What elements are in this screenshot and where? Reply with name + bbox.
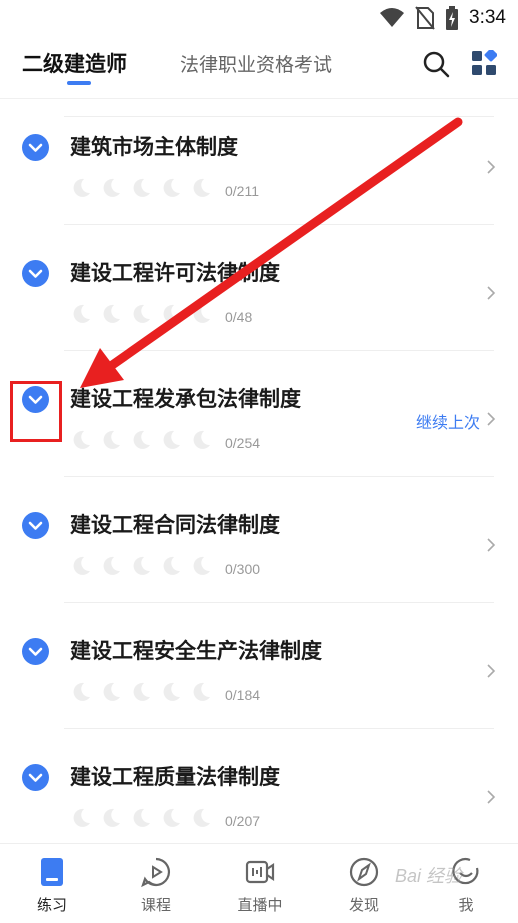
- chevron-down-icon: [28, 143, 43, 152]
- chevron-down-icon: [28, 773, 43, 782]
- nav-label: 发现: [348, 896, 379, 914]
- live-camera-icon: [245, 860, 275, 884]
- progress-moon-icon: [130, 303, 152, 329]
- progress-moon-icon: [70, 555, 92, 581]
- progress-moon-icon: [100, 177, 122, 203]
- expand-toggle[interactable]: [22, 260, 49, 287]
- progress-moon-icon: [70, 303, 92, 329]
- chevron-right-icon[interactable]: [486, 789, 496, 805]
- annotation-highlight-box: [10, 381, 62, 442]
- grid-apps-icon[interactable]: [471, 50, 497, 76]
- wifi-icon: [380, 8, 405, 27]
- progress-moon-icon: [130, 555, 152, 581]
- continue-last-link[interactable]: 继续上次: [416, 409, 480, 433]
- status-bar: 3:34: [0, 0, 518, 36]
- chapter-item[interactable]: 建设工程发承包法律制度 0/254 继续上次: [0, 351, 518, 477]
- question-progress: 0/207: [225, 813, 261, 829]
- chapter-item[interactable]: 建设工程许可法律制度 0/48: [0, 225, 518, 351]
- progress-rating: [70, 303, 212, 329]
- progress-moon-icon: [190, 807, 212, 833]
- no-sim-icon: [415, 6, 435, 30]
- progress-rating: [70, 681, 212, 707]
- nav-practice[interactable]: 练习: [0, 844, 104, 923]
- progress-moon-icon: [130, 177, 152, 203]
- question-progress: 0/48: [225, 309, 253, 325]
- watermark: Bai 经验: [395, 866, 463, 886]
- chevron-right-icon[interactable]: [486, 159, 496, 175]
- chapter-title: 建筑市场主体制度: [70, 135, 238, 159]
- chapter-title: 建设工程安全生产法律制度: [70, 639, 322, 663]
- chapter-title: 建设工程合同法律制度: [70, 513, 280, 537]
- progress-moon-icon: [160, 177, 182, 203]
- progress-moon-icon: [190, 303, 212, 329]
- expand-toggle[interactable]: [22, 764, 49, 791]
- progress-moon-icon: [190, 681, 212, 707]
- progress-moon-icon: [130, 807, 152, 833]
- progress-moon-icon: [70, 429, 92, 455]
- chapter-item[interactable]: 建设工程安全生产法律制度 0/184: [0, 603, 518, 729]
- status-icons: 3:34: [379, 6, 506, 30]
- nav-live[interactable]: 直播中: [208, 844, 312, 923]
- progress-moon-icon: [190, 429, 212, 455]
- question-progress: 0/211: [225, 183, 259, 199]
- progress-moon-icon: [160, 681, 182, 707]
- chevron-right-icon[interactable]: [486, 411, 496, 427]
- status-time: 3:34: [469, 7, 506, 28]
- progress-moon-icon: [70, 807, 92, 833]
- chevron-right-icon[interactable]: [486, 537, 496, 553]
- progress-moon-icon: [190, 555, 212, 581]
- progress-moon-icon: [130, 429, 152, 455]
- nav-label: 练习: [36, 896, 67, 914]
- progress-rating: [70, 807, 212, 833]
- progress-rating: [70, 429, 212, 455]
- question-progress: 0/254: [225, 435, 261, 451]
- nav-label: 我: [458, 896, 474, 914]
- battery-charging-icon: [446, 6, 459, 30]
- compass-icon: [349, 857, 379, 887]
- progress-moon-icon: [130, 681, 152, 707]
- expand-toggle[interactable]: [22, 134, 49, 161]
- chapter-title: 建设工程发承包法律制度: [70, 387, 301, 411]
- chevron-right-icon[interactable]: [486, 285, 496, 301]
- expand-toggle[interactable]: [22, 638, 49, 665]
- progress-rating: [70, 177, 212, 203]
- tab-exam-active[interactable]: 二级建造师: [22, 48, 127, 78]
- progress-moon-icon: [100, 807, 122, 833]
- chevron-down-icon: [28, 521, 43, 530]
- chapter-item[interactable]: 建筑市场主体制度 0/211: [0, 99, 518, 225]
- progress-rating: [70, 555, 212, 581]
- chapter-item[interactable]: 建设工程质量法律制度 0/207: [0, 729, 518, 855]
- header: 二级建造师 法律职业资格考试: [0, 36, 518, 99]
- play-bubble-icon: [141, 857, 171, 888]
- search-icon[interactable]: [422, 50, 450, 78]
- progress-moon-icon: [100, 429, 122, 455]
- nav-label: 直播中: [237, 896, 283, 914]
- book-icon: [41, 858, 63, 886]
- progress-moon-icon: [160, 555, 182, 581]
- active-tab-indicator: [67, 81, 91, 85]
- question-progress: 0/184: [225, 687, 261, 703]
- progress-moon-icon: [100, 303, 122, 329]
- chevron-down-icon: [28, 647, 43, 656]
- tab-exam-other[interactable]: 法律职业资格考试: [180, 50, 332, 77]
- chevron-right-icon[interactable]: [486, 663, 496, 679]
- nav-courses[interactable]: 课程: [104, 844, 208, 923]
- nav-label: 课程: [140, 896, 171, 914]
- progress-moon-icon: [190, 177, 212, 203]
- question-progress: 0/300: [225, 561, 261, 577]
- progress-moon-icon: [70, 177, 92, 203]
- progress-moon-icon: [160, 429, 182, 455]
- chevron-down-icon: [28, 269, 43, 278]
- chapter-title: 建设工程质量法律制度: [70, 765, 280, 789]
- chapter-title: 建设工程许可法律制度: [70, 261, 280, 285]
- expand-toggle[interactable]: [22, 512, 49, 539]
- progress-moon-icon: [160, 303, 182, 329]
- progress-moon-icon: [70, 681, 92, 707]
- progress-moon-icon: [100, 681, 122, 707]
- progress-moon-icon: [160, 807, 182, 833]
- chapter-item[interactable]: 建设工程合同法律制度 0/300: [0, 477, 518, 603]
- progress-moon-icon: [100, 555, 122, 581]
